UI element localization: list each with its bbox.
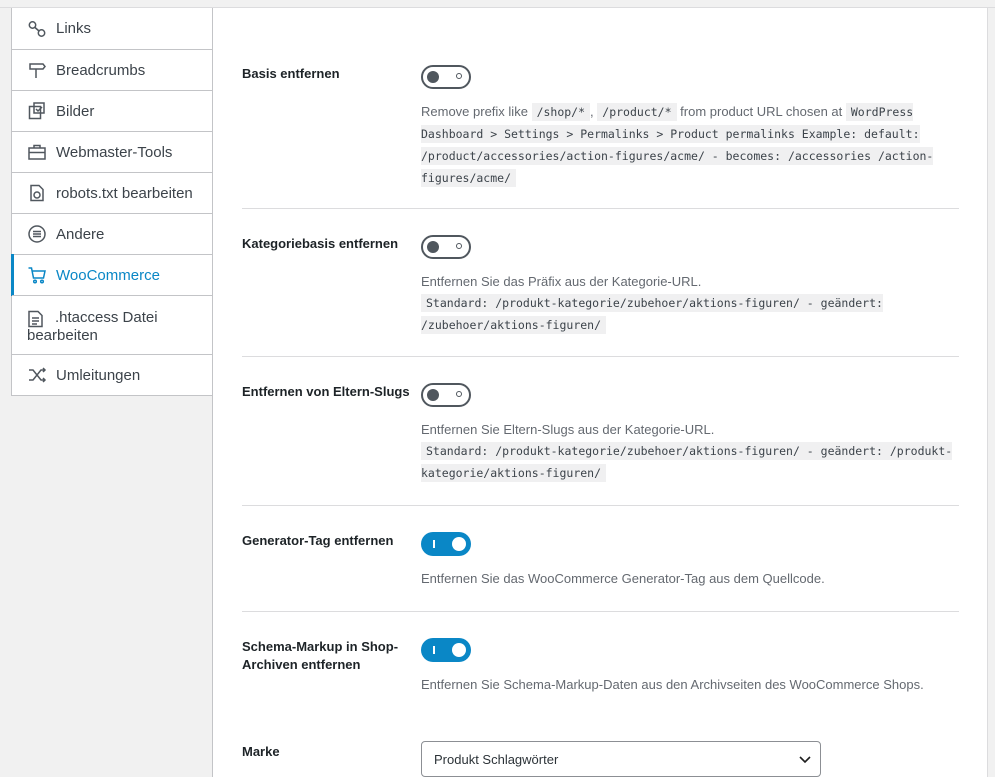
toggle-knob bbox=[452, 537, 466, 551]
basis-entfernen-toggle[interactable] bbox=[421, 65, 471, 89]
sidebar-item-label: Umleitungen bbox=[56, 366, 141, 384]
toggle-knob bbox=[452, 643, 466, 657]
sidebar-item-webmaster-tools[interactable]: Webmaster-Tools bbox=[12, 131, 212, 172]
code-snippet: /product/* bbox=[597, 103, 677, 121]
sidebar-item-label: Breadcrumbs bbox=[56, 61, 146, 79]
link-icon bbox=[27, 19, 47, 39]
sidebar-item-label: .htaccess Datei bearbeiten bbox=[27, 309, 158, 344]
divider bbox=[242, 505, 959, 506]
sidebar-item-woocommerce[interactable]: WooCommerce bbox=[11, 254, 212, 296]
desc-text: Entfernen Sie Eltern-Slugs aus der Kateg… bbox=[421, 422, 715, 437]
sidebar-item-andere[interactable]: Andere bbox=[12, 213, 212, 254]
toggle-off-indicator bbox=[456, 243, 462, 249]
sidebar-item-breadcrumbs[interactable]: Breadcrumbs bbox=[12, 49, 212, 90]
desc-text: Entfernen Sie das WooCommerce Generator-… bbox=[421, 571, 825, 586]
woocommerce-settings-panel: Basis entfernen Remove prefix like /shop… bbox=[212, 8, 988, 777]
marke-select[interactable]: Produkt Schlagwörter bbox=[421, 741, 821, 777]
toggle-knob bbox=[427, 71, 439, 83]
code-snippet: /shop/* bbox=[531, 103, 591, 121]
sidebar-item-label: robots.txt bearbeiten bbox=[56, 184, 193, 202]
marke-label: Marke bbox=[242, 744, 280, 759]
toggle-on-indicator bbox=[433, 540, 435, 548]
desc-text: Entfernen Sie das Präfix aus der Kategor… bbox=[421, 274, 702, 289]
setting-label: Entfernen von Eltern-Slugs bbox=[242, 384, 410, 399]
sidebar-item-label: WooCommerce bbox=[56, 266, 160, 284]
divider bbox=[242, 208, 959, 209]
setting-label: Schema-Markup in Shop-Archiven entfernen bbox=[242, 639, 399, 672]
sidebar-item-label: Links bbox=[56, 20, 92, 37]
setting-label: Generator-Tag entfernen bbox=[242, 533, 394, 548]
sidebar-item-links[interactable]: Links bbox=[12, 8, 212, 49]
list-circle-icon bbox=[27, 224, 47, 244]
code-snippet: Standard: /produkt-kategorie/zubehoer/ak… bbox=[421, 294, 883, 334]
setting-label: Kategoriebasis entfernen bbox=[242, 236, 399, 251]
chevron-down-icon bbox=[798, 752, 812, 766]
desc-text: from product URL chosen at bbox=[680, 104, 843, 119]
signpost-icon bbox=[27, 60, 47, 80]
desc-text: Entfernen Sie Schema-Markup-Daten aus de… bbox=[421, 677, 924, 692]
setting-description: Entfernen Sie das Präfix aus der Kategor… bbox=[421, 271, 961, 336]
setting-label: Basis entfernen bbox=[242, 66, 340, 81]
toggle-on-indicator bbox=[433, 646, 435, 654]
setting-description: Entfernen Sie das WooCommerce Generator-… bbox=[421, 568, 961, 589]
toggle-knob bbox=[427, 389, 439, 401]
sidebar-item-umleitungen[interactable]: Umleitungen bbox=[12, 354, 212, 395]
divider bbox=[242, 356, 959, 357]
cart-icon bbox=[27, 265, 47, 285]
image-icon bbox=[27, 101, 47, 121]
toggle-knob bbox=[427, 241, 439, 253]
shuffle-icon bbox=[27, 365, 47, 385]
robot-file-icon bbox=[27, 183, 47, 203]
setting-description: Entfernen Sie Schema-Markup-Daten aus de… bbox=[421, 674, 961, 695]
eltern-slugs-toggle[interactable] bbox=[421, 383, 471, 407]
desc-text: Remove prefix like bbox=[421, 104, 528, 119]
toggle-off-indicator bbox=[456, 73, 462, 79]
sidebar-item-robots-txt[interactable]: robots.txt bearbeiten bbox=[12, 172, 212, 213]
settings-sidebar: Links Breadcrumbs Bilder Webmaster-Tools… bbox=[11, 8, 213, 396]
schema-markup-toggle[interactable] bbox=[421, 638, 471, 662]
sidebar-item-bilder[interactable]: Bilder bbox=[12, 90, 212, 131]
kategoriebasis-toggle[interactable] bbox=[421, 235, 471, 259]
divider bbox=[242, 611, 959, 612]
setting-description: Remove prefix like /shop/*, /product/* f… bbox=[421, 101, 961, 189]
marke-selected-value: Produkt Schlagwörter bbox=[434, 751, 559, 767]
briefcase-icon bbox=[27, 142, 47, 162]
sidebar-item-label: Andere bbox=[56, 225, 105, 243]
sidebar-item-htaccess[interactable]: .htaccess Datei bearbeiten bbox=[12, 295, 212, 354]
setting-description: Entfernen Sie Eltern-Slugs aus der Kateg… bbox=[421, 419, 961, 484]
sidebar-item-label: Webmaster-Tools bbox=[56, 143, 173, 161]
code-snippet: Standard: /produkt-kategorie/zubehoer/ak… bbox=[421, 442, 953, 482]
toggle-off-indicator bbox=[456, 391, 462, 397]
generator-tag-toggle[interactable] bbox=[421, 532, 471, 556]
desc-sep: , bbox=[590, 104, 594, 119]
sidebar-item-label: Bilder bbox=[56, 102, 95, 120]
